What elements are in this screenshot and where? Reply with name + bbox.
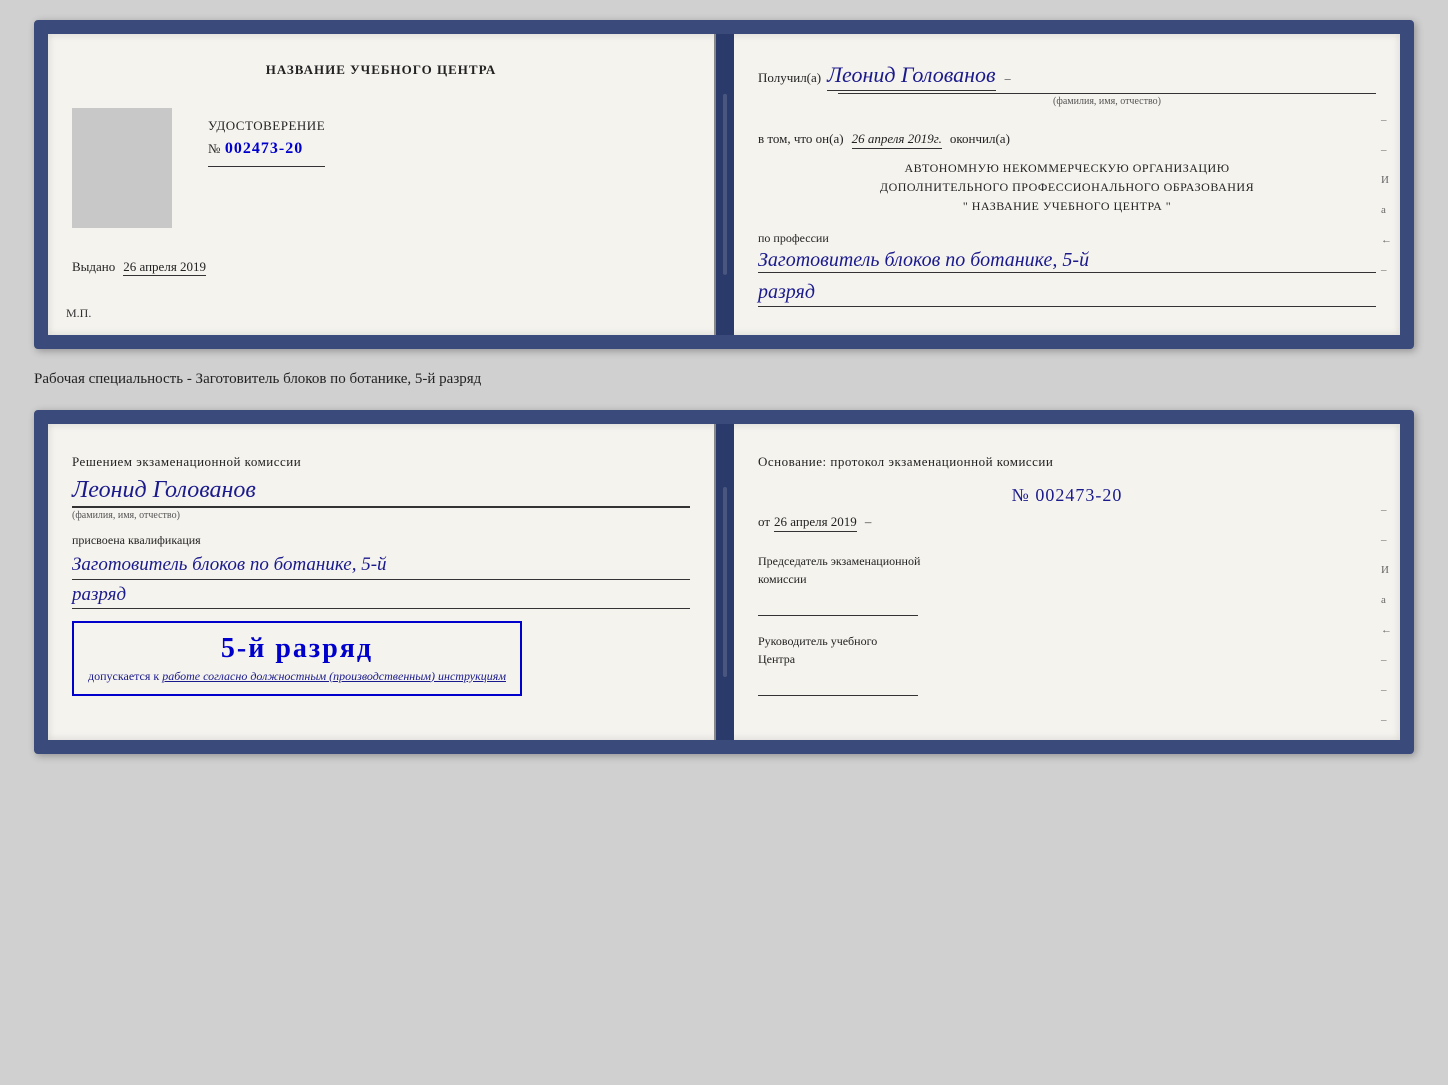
fio-label-top: (фамилия, имя, отчество) bbox=[838, 93, 1376, 107]
osnov-text: Основание: протокол экзаменационной коми… bbox=[758, 452, 1376, 472]
org-line1: АВТОНОМНУЮ НЕКОММЕРЧЕСКУЮ ОРГАНИЗАЦИЮ bbox=[758, 159, 1376, 178]
protocol-number: № 002473-20 bbox=[758, 485, 1376, 506]
razryad-line2: разряд bbox=[72, 584, 690, 609]
ot-prefix: от bbox=[758, 514, 770, 530]
qualification-name: Заготовитель блоков по ботанике, 5-й bbox=[72, 552, 690, 580]
stamp-box: 5-й разряд допускается к работе согласно… bbox=[72, 621, 522, 696]
issued-section: Выдано 26 апреля 2019 bbox=[72, 258, 690, 276]
finished-label: окончил(а) bbox=[950, 131, 1010, 147]
date-field: 26 апреля 2019г. bbox=[852, 131, 942, 149]
spine-bottom bbox=[716, 424, 734, 741]
photo-placeholder bbox=[72, 108, 172, 228]
cert-number-prefix: № bbox=[208, 141, 221, 157]
profession-section: по профессии Заготовитель блоков по бота… bbox=[758, 229, 1376, 273]
issued-label: Выдано bbox=[72, 259, 115, 274]
org-line3: " НАЗВАНИЕ УЧЕБНОГО ЦЕНТРА " bbox=[758, 197, 1376, 216]
razryad-field: разряд bbox=[758, 281, 1376, 307]
assigned-label: присвоена квалификация bbox=[72, 533, 690, 548]
bottom-doc-left: Решением экзаменационной комиссии Леонид… bbox=[48, 424, 716, 741]
recipient-name: Леонид Голованов bbox=[827, 62, 995, 91]
head-label: Руководитель учебного Центра bbox=[758, 632, 1376, 668]
bottom-doc-right: Основание: протокол экзаменационной коми… bbox=[734, 424, 1400, 741]
profession-name: Заготовитель блоков по ботанике, 5-й bbox=[758, 249, 1376, 273]
chairman-section: Председатель экзаменационной комиссии bbox=[758, 552, 1376, 616]
top-document: НАЗВАНИЕ УЧЕБНОГО ЦЕНТРА УДОСТОВЕРЕНИЕ №… bbox=[34, 20, 1414, 349]
head-sign-line bbox=[758, 672, 918, 696]
protocol-date: 26 апреля 2019 bbox=[774, 514, 857, 532]
bottom-edge-decoration: – – И а ← – – – – bbox=[1381, 504, 1392, 755]
spine bbox=[716, 34, 734, 335]
decision-text: Решением экзаменационной комиссии bbox=[72, 452, 690, 472]
org-line2: ДОПОЛНИТЕЛЬНОГО ПРОФЕССИОНАЛЬНОГО ОБРАЗО… bbox=[758, 178, 1376, 197]
between-text: Рабочая специальность - Заготовитель бло… bbox=[34, 367, 1414, 392]
head-section: Руководитель учебного Центра bbox=[758, 632, 1376, 696]
cert-number-section: УДОСТОВЕРЕНИЕ № 002473-20 bbox=[208, 118, 325, 167]
top-doc-left: НАЗВАНИЕ УЧЕБНОГО ЦЕНТРА УДОСТОВЕРЕНИЕ №… bbox=[48, 34, 716, 335]
issued-date: 26 апреля 2019 bbox=[123, 259, 206, 276]
chairman-sign-line bbox=[758, 592, 918, 616]
top-left-title: НАЗВАНИЕ УЧЕБНОГО ЦЕНТРА bbox=[72, 62, 690, 78]
protocol-date-line: от 26 апреля 2019 – bbox=[758, 514, 1376, 532]
top-doc-right: Получил(а) Леонид Голованов – (фамилия, … bbox=[734, 34, 1400, 335]
admit-prefix: допускается к bbox=[88, 669, 159, 683]
mp-label: М.П. bbox=[66, 306, 91, 321]
context-text: в том, что он(а) bbox=[758, 131, 844, 147]
chairman-label: Председатель экзаменационной комиссии bbox=[758, 552, 1376, 588]
stamp-admit: допускается к работе согласно должностны… bbox=[88, 669, 506, 684]
page-wrapper: НАЗВАНИЕ УЧЕБНОГО ЦЕНТРА УДОСТОВЕРЕНИЕ №… bbox=[34, 20, 1414, 754]
edge-decoration: – – И а ← – bbox=[1381, 114, 1392, 276]
cert-number: 002473-20 bbox=[225, 140, 303, 158]
admit-text: работе согласно должностным (производств… bbox=[162, 669, 506, 683]
person-name: Леонид Голованов bbox=[72, 477, 690, 507]
profession-label: по профессии bbox=[758, 231, 829, 245]
received-prefix: Получил(а) bbox=[758, 70, 821, 86]
stamp-rank: 5-й разряд bbox=[88, 633, 506, 665]
fio-label-bottom: (фамилия, имя, отчество) bbox=[72, 507, 690, 521]
bottom-document: Решением экзаменационной комиссии Леонид… bbox=[34, 410, 1414, 755]
cert-label: УДОСТОВЕРЕНИЕ bbox=[208, 118, 325, 134]
